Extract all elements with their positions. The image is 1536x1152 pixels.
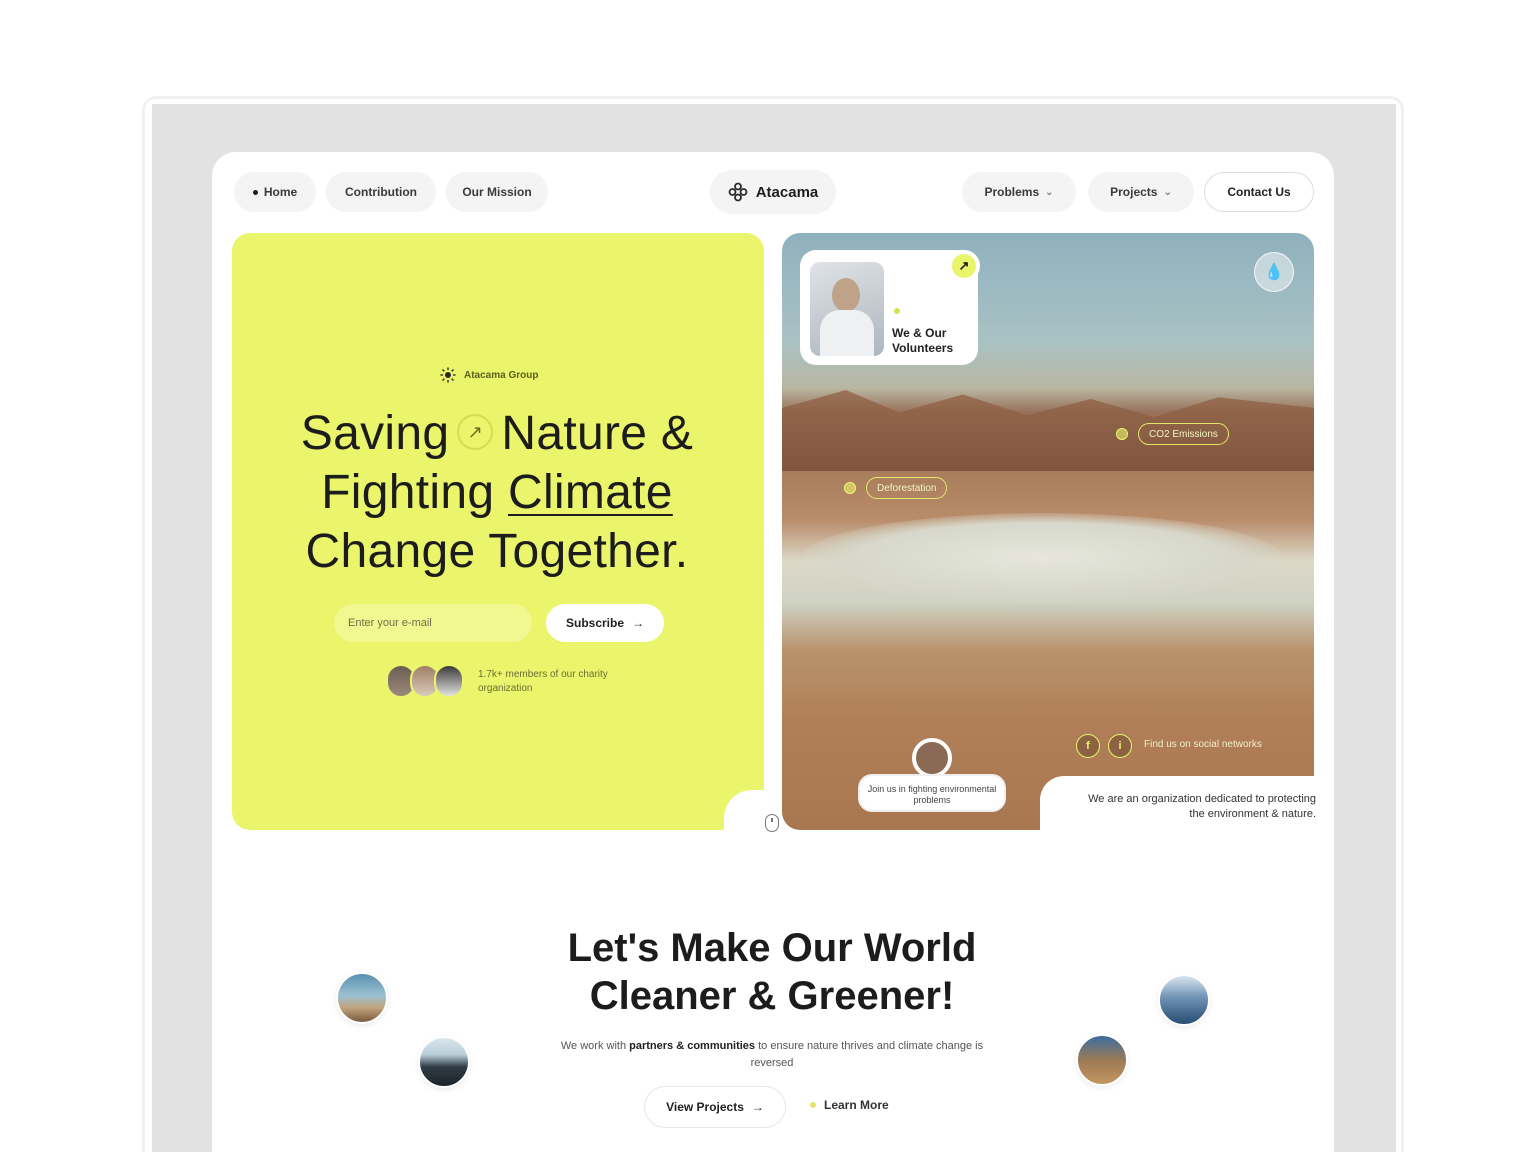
landscape-thumbnail — [418, 1036, 470, 1088]
brand-name: Atacama — [755, 183, 819, 201]
subscribe-button[interactable]: Subscribe → — [546, 604, 664, 642]
arrow-up-right-icon: ↗ — [457, 414, 494, 451]
avatar — [434, 664, 464, 698]
section-title-line: Cleaner & Greener! — [589, 974, 955, 1018]
view-projects-label: View Projects — [666, 1100, 744, 1114]
chevron-down-icon: ⌄ — [1045, 186, 1054, 198]
nav-contribution-label: Contribution — [345, 185, 417, 199]
hotspot-dot[interactable] — [844, 482, 856, 494]
mountains-shape — [782, 390, 1314, 471]
volunteer-body — [820, 310, 874, 356]
scroll-mouse-icon — [765, 814, 779, 832]
nav-projects-label: Projects — [1110, 185, 1158, 199]
salt-flats-shape — [802, 513, 1282, 603]
nav-our-mission[interactable]: Our Mission — [446, 172, 548, 212]
landscape-thumbnail — [1158, 974, 1210, 1026]
volunteer-head — [832, 278, 860, 312]
active-dot-icon — [252, 189, 258, 195]
hero-title-word: Nature & — [501, 407, 694, 460]
member-avatars — [386, 664, 464, 698]
nav-problems-dropdown[interactable]: Problems ⌄ — [962, 172, 1076, 212]
arrow-right-icon: → — [751, 1100, 764, 1114]
hero-title: Saving ↗ Nature & Fighting Climate Change … — [262, 404, 732, 581]
contact-us-label: Contact Us — [1227, 185, 1291, 199]
contact-us-button[interactable]: Contact Us — [1204, 172, 1314, 212]
section-title-line: Let's Make Our World — [567, 926, 977, 970]
hero-title-word: Saving — [300, 407, 450, 460]
facebook-icon[interactable]: f — [1076, 734, 1100, 758]
organization-description: We are an organization dedicated to prot… — [1088, 793, 1316, 820]
sun-icon — [440, 367, 456, 383]
members-count: 1.7k+ members of our charity organizatio… — [478, 669, 608, 694]
hero-title-word: Fighting — [321, 466, 495, 519]
hero-title-word: Change Together. — [305, 525, 689, 578]
landscape-thumbnail — [336, 972, 388, 1024]
learn-more-label: Learn More — [824, 1098, 889, 1112]
chevron-down-icon: ⌄ — [1163, 186, 1172, 198]
nav-projects-dropdown[interactable]: Projects ⌄ — [1088, 172, 1194, 212]
section-title: Let's Make Our World Cleaner & Greener! — [472, 924, 1072, 1020]
subtitle-text: to ensure nature thrives and climate cha… — [750, 1040, 984, 1069]
flower-logo-icon — [728, 182, 748, 202]
nav-home-label: Home — [263, 185, 298, 199]
arrow-up-right-icon[interactable]: ↗ — [948, 250, 980, 282]
view-projects-button[interactable]: View Projects → — [644, 1086, 786, 1128]
hotspot-dot[interactable] — [1116, 428, 1128, 440]
arrow-right-icon: → — [632, 616, 645, 630]
instagram-icon[interactable]: i — [1108, 734, 1132, 758]
nav-home[interactable]: Home — [234, 172, 316, 212]
nav-our-mission-label: Our Mission — [462, 185, 532, 199]
co2-tag[interactable]: CO2 Emissions — [1138, 423, 1229, 445]
brand-tag-label: Atacama Group — [464, 369, 539, 381]
accent-dot — [894, 308, 900, 314]
hero-title-underlined: Climate — [508, 466, 673, 519]
landscape-thumbnail — [1076, 1034, 1128, 1086]
nav-contribution[interactable]: Contribution — [326, 172, 436, 212]
water-drop-icon[interactable]: 💧 — [1254, 252, 1294, 292]
deforestation-tag[interactable]: Deforestation — [866, 477, 948, 499]
learn-more-link[interactable]: Learn More — [810, 1098, 889, 1112]
subscribe-label: Subscribe — [565, 616, 625, 630]
nav-problems-label: Problems — [984, 185, 1040, 199]
subtitle-text: We work with — [560, 1040, 627, 1052]
subtitle-emphasis: partners & communities — [629, 1040, 756, 1052]
join-us-pill[interactable]: Join us in fighting environmental proble… — [858, 774, 1006, 812]
email-input[interactable] — [334, 604, 532, 642]
brand-tag: Atacama Group — [440, 367, 538, 383]
social-networks-label: Find us on social networks — [1144, 739, 1262, 750]
avatar — [912, 738, 952, 778]
brand-logo[interactable]: Atacama — [710, 170, 836, 214]
accent-dot — [810, 1102, 816, 1108]
section-subtitle: We work with partners & communities to e… — [560, 1038, 984, 1072]
volunteers-label: We & Our Volunteers — [892, 326, 954, 355]
volunteer-photo — [810, 262, 884, 356]
